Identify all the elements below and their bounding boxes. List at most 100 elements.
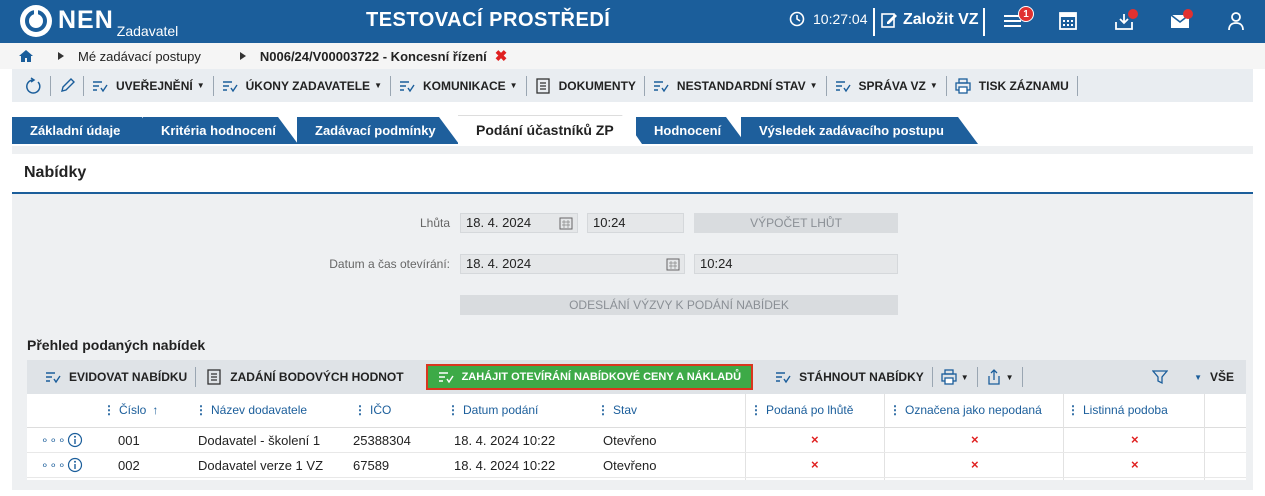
contracting-actions-menu[interactable]: ÚKONY ZADAVATELE ▼ bbox=[214, 75, 391, 96]
start-price-opening-label: ZAHÁJIT OTEVÍRÁNÍ NABÍDKOVÉ CENY A NÁKLA… bbox=[461, 371, 742, 383]
tab-evaluation-criteria[interactable]: Kritéria hodnocení bbox=[143, 117, 298, 144]
column-menu-icon[interactable]: ⋮ bbox=[889, 403, 901, 417]
start-price-opening-button[interactable]: ZAHÁJIT OTEVÍRÁNÍ NABÍDKOVÉ CENY A NÁKLA… bbox=[425, 364, 754, 390]
calculator-icon[interactable] bbox=[1058, 11, 1078, 31]
list-action-icon bbox=[776, 372, 791, 384]
document-icon bbox=[535, 77, 550, 94]
column-menu-icon[interactable]: ⋮ bbox=[447, 403, 459, 417]
documents-label: DOKUMENTY bbox=[558, 78, 636, 93]
breadcrumb-item[interactable]: Mé zadávací postupy bbox=[78, 49, 201, 64]
opening-label: Datum a čas otevírání: bbox=[329, 257, 450, 271]
publish-menu[interactable]: UVEŘEJNĚNÍ ▼ bbox=[84, 75, 214, 96]
opening-time-field[interactable]: 10:24 bbox=[694, 254, 898, 274]
communication-menu[interactable]: KOMUNIKACE ▼ bbox=[391, 75, 527, 96]
table-row[interactable]: ∘∘∘ 002 Dodavatel verze 1 VZ 67589 18. 4… bbox=[27, 453, 1246, 478]
column-header-number[interactable]: ⋮ Číslo ↑ bbox=[103, 403, 158, 417]
nonstandard-state-label: NESTANDARDNÍ STAV bbox=[676, 78, 806, 93]
cell-not-submitted: × bbox=[971, 457, 979, 472]
show-all-menu[interactable]: ▼ VŠE bbox=[1182, 367, 1246, 387]
list-action-icon bbox=[93, 80, 108, 92]
nonstandard-state-menu[interactable]: NESTANDARDNÍ STAV ▼ bbox=[645, 75, 827, 96]
print-record-button[interactable]: TISK ZÁZNAMU bbox=[947, 75, 1078, 96]
tab-evaluation[interactable]: Hodnocení bbox=[636, 117, 746, 144]
documents-button[interactable]: DOKUMENTY bbox=[527, 75, 645, 96]
calendar-icon[interactable] bbox=[559, 216, 573, 230]
deadline-time-field[interactable]: 10:24 bbox=[587, 213, 684, 233]
pencil-icon bbox=[61, 77, 75, 92]
tab-tender-conditions[interactable]: Zadávací podmínky bbox=[297, 117, 459, 144]
table-row[interactable]: ∘∘∘ 001 Dodavatel - školení 1 25388304 1… bbox=[27, 428, 1246, 453]
download-offers-button[interactable]: STÁHNOUT NABÍDKY bbox=[767, 367, 933, 387]
list-action-icon bbox=[438, 372, 454, 384]
tab-label: Hodnocení bbox=[654, 123, 722, 138]
info-icon[interactable] bbox=[67, 432, 83, 448]
filter-button[interactable] bbox=[1144, 367, 1182, 387]
nen-logo[interactable]: NEN Zadavatel bbox=[20, 5, 178, 39]
column-menu-icon[interactable]: ⋮ bbox=[195, 403, 207, 417]
column-header-supplier[interactable]: ⋮ Název dodavatele bbox=[195, 403, 307, 417]
contract-management-menu[interactable]: SPRÁVA VZ ▼ bbox=[827, 75, 947, 96]
send-invitation-button[interactable]: ODESLÁNÍ VÝZVY K PODÁNÍ NABÍDEK bbox=[460, 295, 898, 315]
cell-ico: 25388304 bbox=[353, 433, 411, 448]
refresh-icon bbox=[26, 76, 41, 94]
column-title: Datum podání bbox=[463, 403, 539, 417]
edit-icon bbox=[881, 13, 897, 28]
cell-date: 18. 4. 2024 10:22 bbox=[454, 458, 556, 473]
contract-management-label: SPRÁVA VZ bbox=[858, 78, 926, 93]
tab-procedure-result[interactable]: Výsledek zadávacího postupu bbox=[741, 117, 978, 144]
caret-down-icon: ▼ bbox=[1194, 372, 1202, 382]
print-icon bbox=[941, 369, 957, 385]
calendar-icon[interactable] bbox=[666, 257, 680, 271]
sort-ascending-icon[interactable]: ↑ bbox=[152, 403, 158, 417]
column-menu-icon[interactable]: ⋮ bbox=[597, 403, 609, 417]
edit-button[interactable] bbox=[51, 75, 84, 96]
home-icon[interactable] bbox=[19, 49, 33, 63]
column-header-paper[interactable]: ⋮ Listinná podoba bbox=[1067, 403, 1168, 417]
user-icon[interactable] bbox=[1227, 11, 1245, 31]
refresh-button[interactable] bbox=[12, 75, 51, 96]
column-header-late[interactable]: ⋮ Podaná po lhůtě bbox=[750, 403, 853, 417]
column-header-date[interactable]: ⋮ Datum podání bbox=[447, 403, 538, 417]
filter-icon bbox=[1152, 370, 1169, 385]
row-actions-icon[interactable]: ∘∘∘ bbox=[41, 433, 67, 447]
caret-down-icon: ▼ bbox=[809, 81, 818, 90]
create-contract-button[interactable]: Založit VZ bbox=[880, 11, 979, 29]
show-all-label: VŠE bbox=[1209, 370, 1234, 384]
chevron-right-icon bbox=[58, 52, 64, 60]
column-title: Listinná podoba bbox=[1083, 403, 1168, 417]
point-values-label: ZADÁNÍ BODOVÝCH HODNOT bbox=[230, 370, 404, 384]
cell-ico: 67589 bbox=[353, 458, 390, 473]
record-offer-button[interactable]: EVIDOVAT NABÍDKU bbox=[27, 367, 197, 387]
print-menu[interactable]: ▼ bbox=[933, 367, 978, 387]
column-menu-icon[interactable]: ⋮ bbox=[354, 403, 366, 417]
deadline-date-field[interactable]: 18. 4. 2024 bbox=[460, 213, 578, 233]
row-actions-icon[interactable]: ∘∘∘ bbox=[41, 458, 67, 472]
column-title: IČO bbox=[370, 403, 392, 417]
tab-participant-submissions[interactable]: Podání účastníků ZP bbox=[458, 115, 642, 144]
cell-number: 002 bbox=[118, 458, 140, 473]
column-menu-icon[interactable]: ⋮ bbox=[1067, 403, 1079, 417]
calculate-deadlines-button[interactable]: VÝPOČET LHŮT bbox=[694, 213, 898, 233]
print-record-label: TISK ZÁZNAMU bbox=[978, 78, 1069, 93]
list-action-icon bbox=[653, 80, 669, 92]
top-bar: NEN Zadavatel TESTOVACÍ PROSTŘEDÍ 10:27:… bbox=[0, 0, 1265, 43]
close-icon[interactable]: ✖ bbox=[495, 47, 508, 65]
point-values-button[interactable]: ZADÁNÍ BODOVÝCH HODNOT bbox=[196, 367, 411, 387]
column-header-not-submitted[interactable]: ⋮ Označena jako nepodaná bbox=[889, 403, 1042, 417]
column-menu-icon[interactable]: ⋮ bbox=[103, 403, 115, 417]
panel-title: Nabídky bbox=[24, 164, 87, 181]
tab-label: Kritéria hodnocení bbox=[161, 123, 276, 138]
list-action-icon bbox=[222, 80, 238, 92]
info-icon[interactable] bbox=[67, 457, 83, 473]
export-menu[interactable]: ▼ bbox=[978, 367, 1023, 387]
opening-date-field[interactable]: 18. 4. 2024 bbox=[460, 254, 685, 274]
logo-subtitle: Zadavatel bbox=[116, 23, 179, 39]
column-menu-icon[interactable]: ⋮ bbox=[750, 403, 762, 417]
list-action-icon bbox=[46, 372, 61, 384]
column-header-status[interactable]: ⋮ Stav bbox=[597, 403, 637, 417]
tab-basic-data[interactable]: Základní údaje bbox=[12, 117, 162, 144]
column-header-ico[interactable]: ⋮ IČO bbox=[354, 403, 391, 417]
document-icon bbox=[207, 369, 221, 385]
panel-header: Nabídky bbox=[12, 154, 1253, 194]
cell-paper: × bbox=[1131, 432, 1139, 447]
